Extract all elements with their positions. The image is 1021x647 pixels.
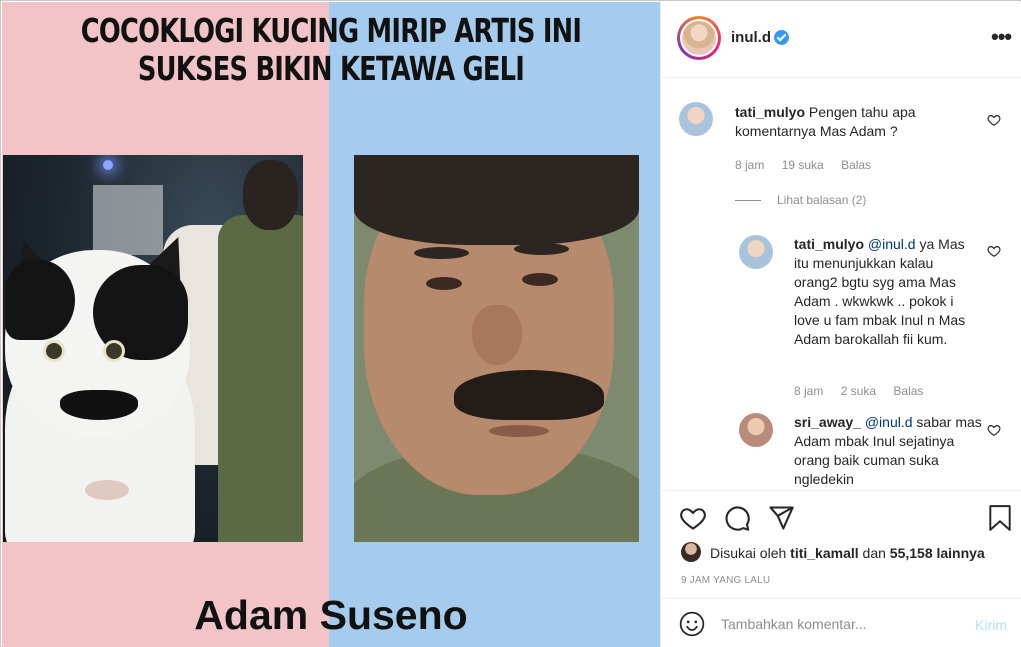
likes-summary: Disukai oleh titi_kamall dan 55,158 lain… [710,545,985,561]
man-eye-right [522,273,558,286]
man-eye-left [426,277,462,290]
man-mouth [489,425,549,437]
comment-text: tati_mulyo @inul.d ya Mas itu menunjukka… [794,235,979,349]
comment-text: tati_mulyo Pengen tahu apa komentarnya M… [735,103,965,141]
comment-bubble-icon[interactable] [723,504,751,532]
avatar-image [682,21,716,55]
likes-count[interactable]: 55,158 lainnya [890,545,985,561]
comment-input[interactable] [721,613,951,635]
heart-icon[interactable] [987,244,1001,258]
share-send-icon[interactable] [767,504,795,532]
comment-mention[interactable]: @inul.d [865,414,913,430]
more-dots-icon[interactable]: ••• [991,24,1012,50]
image-headline: COCOKLOGI KUCING MIRIP ARTIS INI SUKSES … [74,12,587,88]
owner-avatar[interactable] [677,16,721,60]
comment-likes[interactable]: 2 suka [841,384,876,398]
commenter-avatar[interactable] [679,102,713,136]
comment-time[interactable]: 8 jam [735,158,764,172]
reply-button[interactable]: Balas [893,384,923,398]
replies-dash [735,200,761,202]
view-replies-button[interactable]: Lihat balasan (2) [735,193,866,207]
liker-avatar[interactable] [681,542,701,562]
likes-connector: dan [862,545,886,561]
verified-badge-icon [774,30,789,45]
comment-meta: 8 jam 19 suka Balas [735,158,885,172]
comment-username[interactable]: tati_mulyo [794,236,864,252]
comment-body: ya Mas itu menunjukkan kalau orang2 bgtu… [794,236,966,347]
comment-time[interactable]: 8 jam [794,384,823,398]
comment-mention[interactable]: @inul.d [868,236,916,252]
comment-item: tati_mulyo Pengen tahu apa komentarnya M… [661,79,1021,189]
emoji-icon[interactable] [679,611,705,637]
post-actions: Disukai oleh titi_kamall dan 55,158 lain… [661,490,1021,598]
commenter-avatar[interactable] [739,235,773,269]
person-head [243,160,298,230]
liker-username[interactable]: titi_kamall [790,545,858,561]
man-brow-right [514,243,569,255]
comments-list[interactable]: tati_mulyo Pengen tahu apa komentarnya M… [661,79,1021,490]
comment-username[interactable]: tati_mulyo [735,104,805,120]
man-photo [354,155,639,542]
likes-prefix: Disukai oleh [710,545,787,561]
comment-meta: 8 jam 2 suka Balas [794,384,937,398]
post-side-panel: inul.d ••• tati_mulyo Pengen tahu apa ko… [660,2,1021,647]
comment-username[interactable]: sri_away_ [794,414,861,430]
person-jacket [218,215,303,542]
post-comment-button[interactable]: Kirim [975,617,1007,633]
cat-mustache-spot [60,390,138,420]
man-brow-left [414,247,469,259]
comment-likes[interactable]: 19 suka [782,158,824,172]
ceiling-light [103,160,113,170]
like-heart-icon[interactable] [679,504,707,532]
headline-line-2: SUKSES BIKIN KETAWA GELI [137,49,525,88]
owner-username[interactable]: inul.d [731,29,771,46]
post-header: inul.d ••• [661,2,1021,78]
cat-eye-right [103,340,125,362]
post-timestamp[interactable]: 9 JAM YANG LALU [681,575,770,586]
image-caption-name: Adam Suseno [194,592,468,638]
cat-photo [3,155,303,542]
reply-item: tati_mulyo @inul.d ya Mas itu menunjukka… [661,219,1021,399]
comment-text: sri_away_ @inul.d sabar mas Adam mbak In… [794,413,984,489]
reply-item: sri_away_ @inul.d sabar mas Adam mbak In… [661,399,1021,490]
cat-eye-left [43,340,65,362]
man-mustache [454,370,604,420]
headline-line-1: COCOKLOGI KUCING MIRIP ARTIS INI [80,11,582,50]
heart-icon[interactable] [987,113,1001,127]
man-hair [354,155,639,245]
add-comment-bar: Kirim [661,598,1021,647]
reply-button[interactable]: Balas [841,158,871,172]
man-nose [472,305,522,365]
post-image[interactable]: COCOKLOGI KUCING MIRIP ARTIS INI SUKSES … [2,2,660,647]
post-dialog: COCOKLOGI KUCING MIRIP ARTIS INI SUKSES … [0,0,1021,647]
commenter-avatar[interactable] [739,413,773,447]
bookmark-icon[interactable] [987,504,1013,532]
heart-icon[interactable] [987,423,1001,437]
cat-patch-left [5,260,75,340]
cat-chin [85,480,129,500]
view-replies-label: Lihat balasan (2) [777,193,867,207]
